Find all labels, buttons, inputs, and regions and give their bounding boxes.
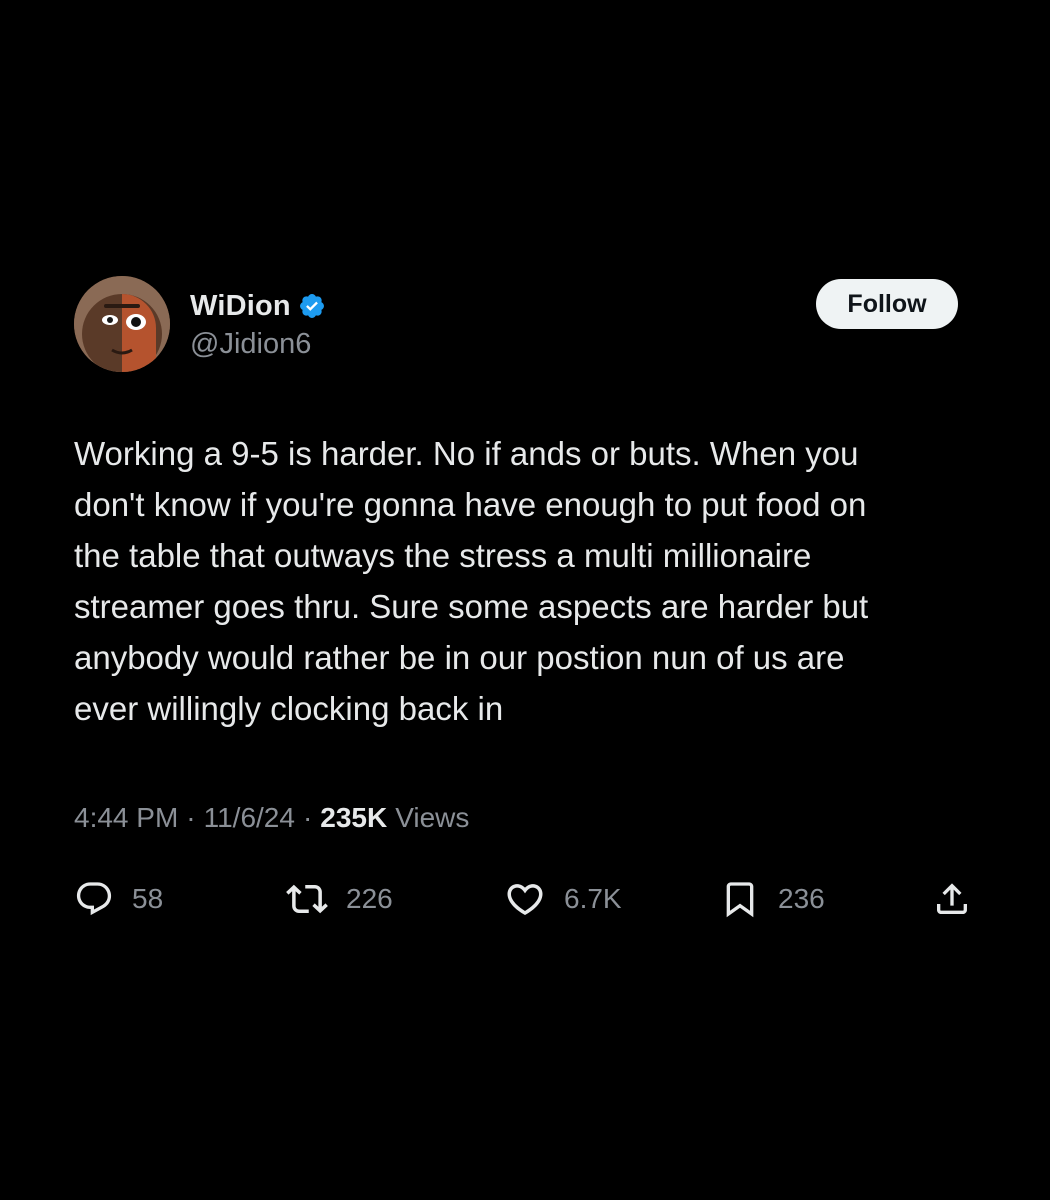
meta-separator: · xyxy=(186,802,196,833)
tweet-text-line: Working a 9-5 is harder. No if ands or b… xyxy=(74,435,859,472)
author-info: WiDion @Jidion6 xyxy=(190,286,326,361)
views-count[interactable]: 235K xyxy=(320,802,387,834)
bookmark-icon xyxy=(726,882,754,918)
handle[interactable]: @Jidion6 xyxy=(190,328,326,361)
tweet-header: WiDion @Jidion6 Follow xyxy=(74,276,974,376)
tweet: WiDion @Jidion6 Follow Working a 9-5 is … xyxy=(74,276,974,924)
meta-separator: · xyxy=(302,802,313,833)
tweet-text-line: don't know if you're gonna have enough t… xyxy=(74,486,867,523)
reply-button[interactable]: 58 xyxy=(74,874,163,924)
like-button[interactable]: 6.7K xyxy=(504,874,622,924)
share-button[interactable] xyxy=(932,874,972,924)
repost-count: 226 xyxy=(346,883,393,914)
like-count: 6.7K xyxy=(564,883,622,914)
views-label: Views xyxy=(395,802,470,833)
verified-badge-icon xyxy=(298,292,326,320)
tweet-time[interactable]: 4:44 PM xyxy=(74,802,178,834)
display-name[interactable]: WiDion xyxy=(190,290,291,323)
follow-button[interactable]: Follow xyxy=(816,279,958,329)
tweet-text: Working a 9-5 is harder. No if ands or b… xyxy=(74,428,984,734)
repost-icon xyxy=(286,884,328,914)
bookmark-button[interactable]: 236 xyxy=(720,874,825,924)
repost-button[interactable]: 226 xyxy=(286,874,393,924)
tweet-meta: 4:44 PM · 11/6/24 · 235K Views xyxy=(74,798,974,838)
avatar[interactable] xyxy=(74,276,170,372)
heart-icon xyxy=(507,884,543,916)
tweet-text-line: streamer goes thru. Sure some aspects ar… xyxy=(74,588,869,625)
bookmark-count: 236 xyxy=(778,883,825,914)
tweet-text-line: ever willingly clocking back in xyxy=(74,690,504,727)
tweet-text-line: the table that outways the stress a mult… xyxy=(74,537,812,574)
action-bar: 58 226 6.7K 236 xyxy=(74,874,974,924)
tweet-date[interactable]: 11/6/24 xyxy=(204,802,295,834)
name-row: WiDion xyxy=(190,286,326,326)
share-icon xyxy=(937,883,967,914)
reply-count: 58 xyxy=(132,883,164,914)
reply-icon xyxy=(76,882,112,916)
avatar-image xyxy=(74,276,170,372)
tweet-text-line: anybody would rather be in our postion n… xyxy=(74,639,845,676)
